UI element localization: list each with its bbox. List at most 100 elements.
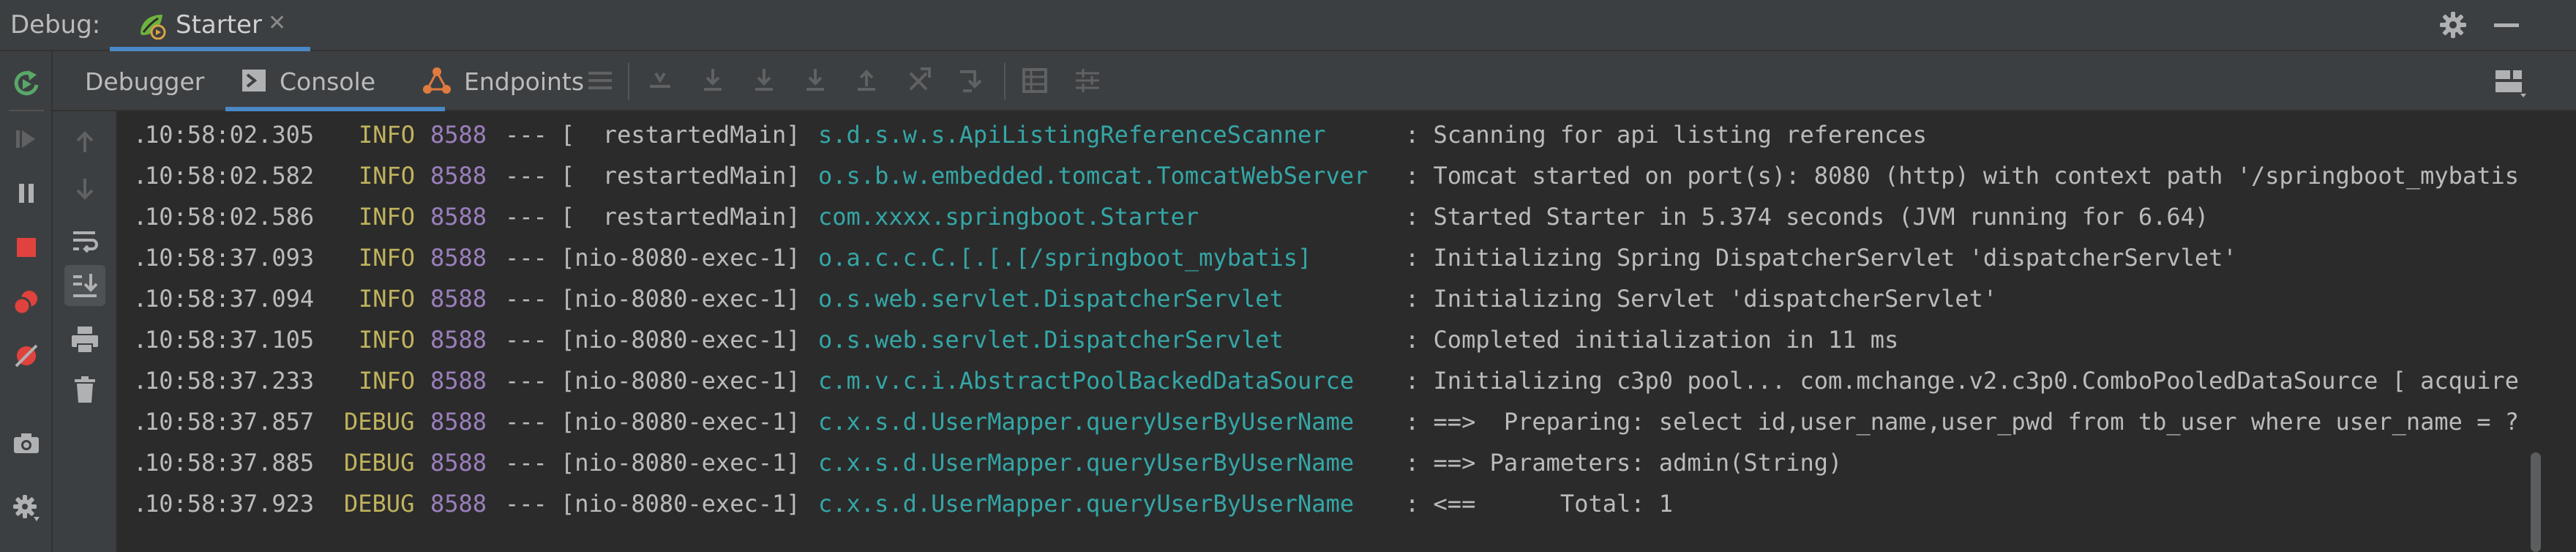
log-logger[interactable]: c.x.s.d.UserMapper.queryUserByUserName [818,401,1354,442]
log-timestamp: 10:58:02.586 [145,203,315,231]
log-level: DEBUG [344,408,415,436]
down-arrow-icon[interactable] [69,173,101,205]
close-tab-icon[interactable]: ✕ [268,10,286,36]
debug-tabs-toolbar: Debugger Console Endpoints [53,51,2576,111]
restore-layout-icon[interactable] [2493,66,2528,98]
log-timestamp: 10:58:37.093 [145,244,315,272]
log-logger[interactable]: c.m.v.c.i.AbstractPoolBackedDataSource [818,360,1354,401]
soft-wrap-icon[interactable] [69,225,101,258]
run-tab-label: Starter [176,10,262,40]
console-output[interactable]: . 10:58:02.305 INFO 8588 ---[ restartedMain]… [117,111,2520,552]
gear-icon[interactable] [2437,9,2469,41]
log-logger[interactable]: o.s.b.w.embedded.tomcat.TomcatWebServer [818,155,1368,196]
evaluate-expression-icon[interactable] [1020,66,1049,95]
log-logger[interactable]: s.d.s.w.s.ApiListingReferenceScanner [818,114,1326,155]
view-breakpoints-icon[interactable] [10,286,42,318]
console-icon [242,70,266,92]
endpoints-icon [423,67,451,94]
pause-icon[interactable] [10,177,42,209]
log-separator: --- [505,490,547,518]
log-thread: [nio-8080-exec-1] [561,490,801,518]
layout-icon[interactable] [585,66,615,95]
toolbar-separator [1004,63,1006,100]
clear-all-icon[interactable] [69,373,101,406]
trace-current-stream-icon[interactable] [1073,66,1102,95]
log-timestamp: 10:58:37.857 [145,408,315,436]
drop-frame-icon[interactable] [905,66,934,95]
log-thread: [nio-8080-exec-1] [561,285,801,313]
log-pid: 8588 [430,490,487,518]
log-pid: 8588 [430,121,487,149]
show-execution-point-icon[interactable] [645,66,675,95]
toolbar-separator [9,110,44,111]
step-into-icon[interactable] [749,66,779,95]
log-pid: 8588 [430,408,487,436]
log-thread: [nio-8080-exec-1] [561,408,801,436]
scroll-to-end-toggle[interactable] [64,265,105,306]
log-level: INFO [359,203,416,231]
debug-tool-window-header: Debug: Starter ✕ [0,0,2576,51]
settings-icon[interactable] [10,492,42,524]
log-separator: --- [505,326,547,354]
run-tab-starter[interactable]: Starter ✕ [110,0,310,51]
log-level: INFO [359,367,416,395]
print-icon[interactable] [69,324,101,356]
up-arrow-icon[interactable] [69,126,101,158]
log-logger[interactable]: o.s.web.servlet.DispatcherServlet [818,278,1284,319]
log-timestamp: 10:58:37.923 [145,490,315,518]
log-level: INFO [359,326,416,354]
step-over-icon[interactable] [698,66,727,95]
log-pid: 8588 [430,162,487,190]
log-logger[interactable]: com.xxxx.springboot.Starter [818,196,1199,237]
log-message: : ==> Preparing: select id,user_name,use… [1405,408,2519,436]
log-timestamp: 10:58:02.305 [145,121,315,149]
rerun-icon[interactable] [10,67,42,100]
log-logger[interactable]: c.x.s.d.UserMapper.queryUserByUserName [818,442,1354,483]
log-message: : Initializing Servlet 'dispatcherServle… [1405,285,1998,313]
mute-breakpoints-icon[interactable] [10,340,42,372]
log-message: : Tomcat started on port(s): 8080 (http)… [1405,162,2519,190]
scrollbar-thumb[interactable] [2531,452,2541,552]
log-pid: 8588 [430,203,487,231]
log-message: : ==> Parameters: admin(String) [1405,449,1843,477]
log-logger[interactable]: o.s.web.servlet.DispatcherServlet [818,319,1284,360]
log-timestamp: 10:58:37.105 [145,326,315,354]
log-message: : Started Starter in 5.374 seconds (JVM … [1405,203,2209,231]
log-pid: 8588 [430,285,487,313]
log-separator: --- [505,285,547,313]
log-pid: 8588 [430,367,487,395]
debug-window-title: Debug: [10,10,101,40]
log-separator: --- [505,449,547,477]
log-separator: --- [505,367,547,395]
log-logger[interactable]: o.a.c.c.C.[.[.[/springboot_mybatis] [818,237,1311,278]
log-level: INFO [359,244,416,272]
log-level: INFO [359,121,416,149]
log-timestamp: 10:58:37.094 [145,285,315,313]
log-thread: [nio-8080-exec-1] [561,449,801,477]
log-separator: --- [505,203,547,231]
camera-icon[interactable] [10,428,42,460]
log-level: INFO [359,285,416,313]
debug-actions-toolbar [0,51,53,552]
run-to-cursor-icon[interactable] [957,66,986,95]
step-out-icon[interactable] [852,66,881,95]
tab-endpoints-label: Endpoints [464,67,585,96]
force-step-into-icon[interactable] [801,66,830,95]
console-side-toolbar [53,111,117,552]
log-logger[interactable]: c.x.s.d.UserMapper.queryUserByUserName [818,483,1354,524]
log-message: : <== Total: 1 [1405,490,1674,518]
console-scrollbar[interactable] [2520,111,2576,552]
toolbar-separator [628,63,629,100]
stop-icon[interactable] [10,231,42,264]
tab-debugger[interactable]: Debugger [53,51,204,111]
minimize-icon[interactable] [2494,23,2519,27]
resume-icon[interactable] [10,123,42,155]
log-thread: [nio-8080-exec-1] [561,326,801,354]
log-timestamp: 10:58:02.582 [145,162,315,190]
log-pid: 8588 [430,244,487,272]
log-level: DEBUG [344,490,415,518]
scroll-to-end-icon [73,274,98,297]
log-message: : Initializing Spring DispatcherServlet … [1405,244,2237,272]
log-level: DEBUG [344,449,415,477]
log-level: INFO [359,162,416,190]
